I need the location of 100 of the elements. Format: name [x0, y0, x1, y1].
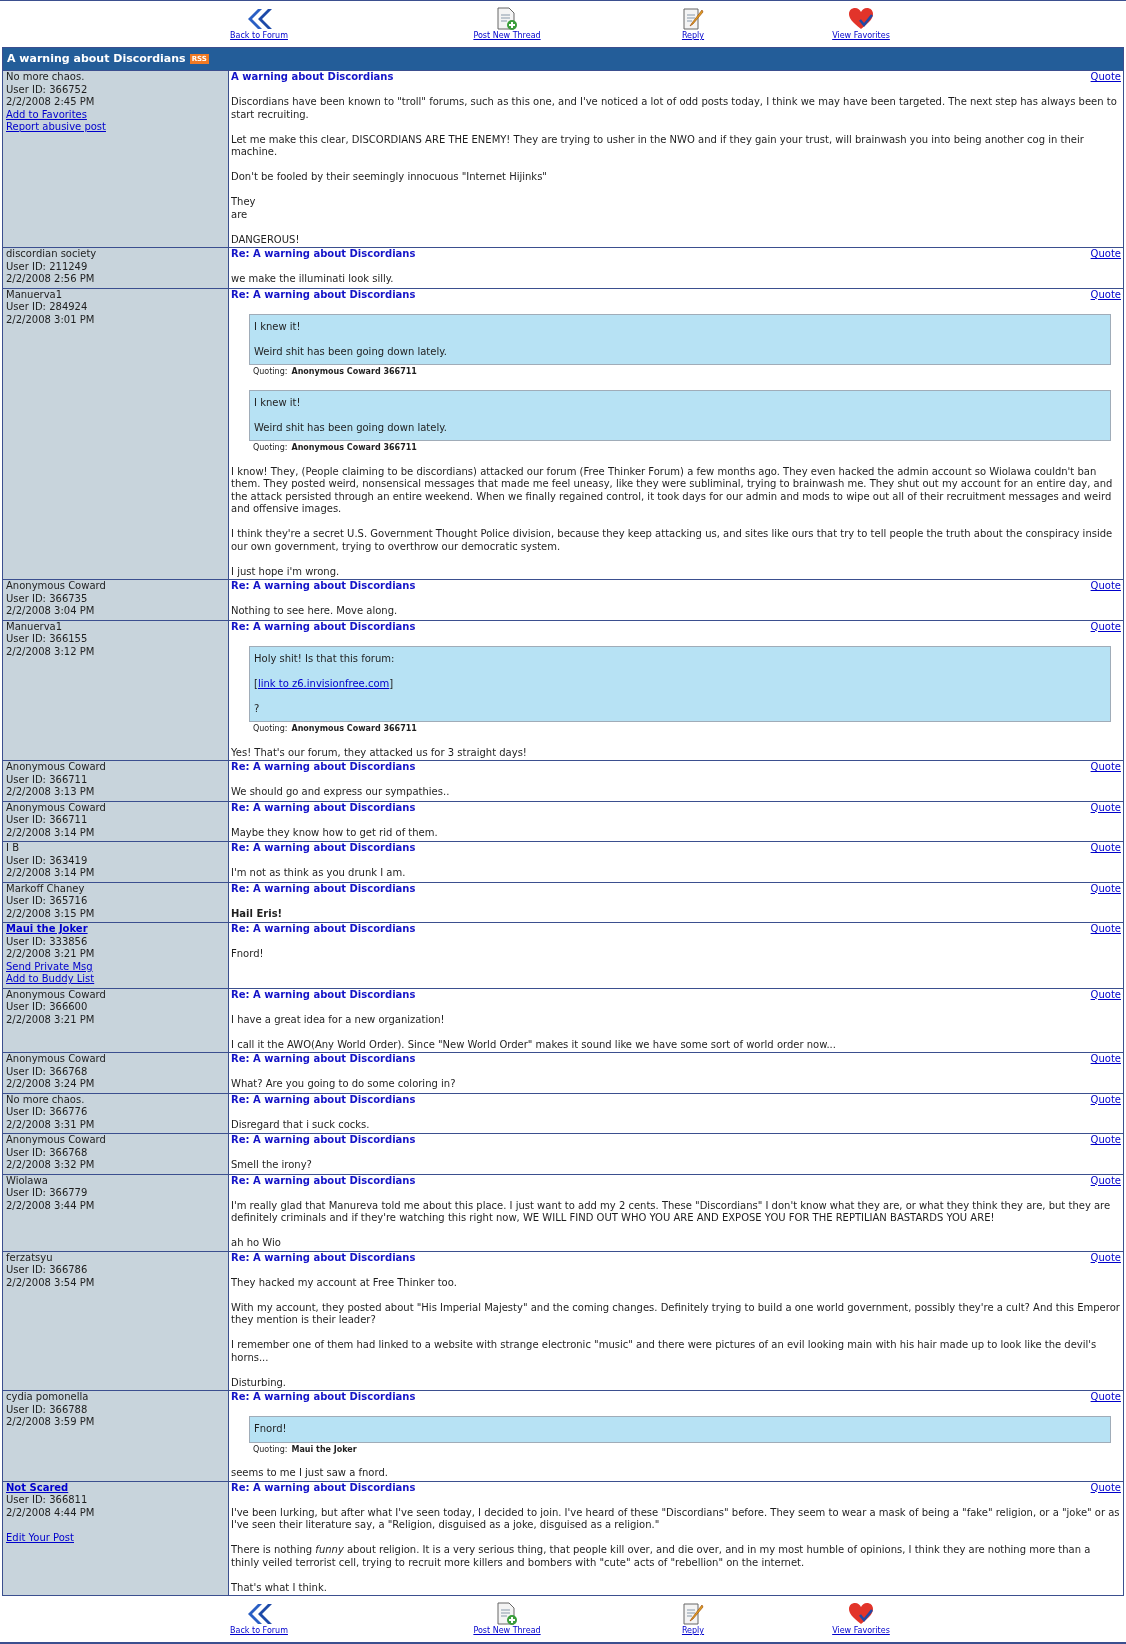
author-action-link[interactable]: Report abusive post [6, 121, 106, 134]
post-date: 2/2/2008 3:44 PM [6, 1199, 96, 1212]
user-id: User ID: 366600 [6, 1001, 89, 1014]
author-action-link[interactable]: Add to Favorites [6, 108, 87, 121]
quote-link[interactable]: Quote [1090, 248, 1121, 261]
quoted-text: ? [254, 702, 261, 715]
post-date: 2/2/2008 3:15 PM [6, 907, 96, 920]
user-id: User ID: 366768 [6, 1146, 89, 1159]
post-date: 2/2/2008 3:13 PM [6, 786, 96, 799]
nav-link[interactable]: Post New Thread [457, 7, 557, 41]
user-id: User ID: 366786 [6, 1264, 89, 1277]
post-text: I have a great idea for a new organization! [231, 1013, 446, 1026]
post-text: I've been lurking, but after what I've seen today, I decided to join. I've heard of these "Discordians" before. They seem to wear a mask of being a "fake" religion, or a "joke" or as I've seen their literature say, a "Religion, disguised as a joke, disguised as a religion." [231, 1506, 1121, 1532]
user-id: User ID: 366155 [6, 633, 89, 646]
user-id: User ID: 366752 [6, 83, 89, 96]
quoting-label: Quoting: [253, 367, 288, 377]
author-action-link[interactable]: Send Private Msg [6, 960, 93, 973]
author-link[interactable]: Maui the Joker [6, 923, 88, 936]
quoted-text: Fnord! [254, 1423, 288, 1436]
nav-link[interactable]: Post New Thread [457, 1602, 557, 1636]
author-action-link[interactable]: Edit Your Post [6, 1531, 74, 1544]
post-text: Fnord! [231, 948, 265, 961]
quote-link[interactable]: Quote [1090, 1174, 1121, 1187]
post-text: seems to me I just saw a fnord. [231, 1467, 389, 1480]
user-id: User ID: 365716 [6, 895, 89, 908]
user-id: User ID: 366788 [6, 1403, 89, 1416]
post-date: 2/2/2008 3:32 PM [6, 1159, 96, 1172]
author-name: Anonymous Coward [6, 988, 107, 1001]
post-text: Let me make this clear, DISCORDIANS ARE THE ENEMY! They are trying to usher in the NWO and if they gain your trust, will brainwash you into being another cog in their machine. [231, 133, 1085, 159]
author-name: Wiolawa [6, 1174, 49, 1187]
post-date: 2/2/2008 3:04 PM [6, 605, 96, 618]
quote-link[interactable]: Quote [1090, 1391, 1121, 1404]
nav-link[interactable]: Back to Forum [209, 1602, 309, 1636]
quote-link[interactable]: Quote [1090, 71, 1121, 84]
quote-link[interactable]: Quote [1090, 801, 1121, 814]
quote-link[interactable]: Quote [1090, 288, 1121, 301]
post-text: DANGEROUS! [231, 233, 301, 246]
nav-link[interactable]: View Favorites [811, 1602, 911, 1636]
document-plus-icon [496, 1602, 518, 1626]
post-date: 2/2/2008 4:44 PM [6, 1506, 96, 1519]
post-text: I just hope i'm wrong. [231, 565, 341, 578]
nav-link[interactable]: Reply [643, 7, 743, 41]
post-date: 2/2/2008 3:59 PM [6, 1416, 96, 1429]
quote-link[interactable]: Quote [1090, 761, 1121, 774]
double-chevron-left-icon [246, 7, 272, 31]
author-link[interactable]: Not Scared [6, 1481, 69, 1494]
quote-link[interactable]: Quote [1090, 988, 1121, 1001]
quoting-label: Quoting: [253, 443, 288, 453]
quote-link[interactable]: Quote [1090, 1481, 1121, 1494]
author-name: discordian society [6, 248, 98, 261]
quote-link[interactable]: Quote [1090, 882, 1121, 895]
author-name: Anonymous Coward [6, 1053, 107, 1066]
post-text: are [231, 208, 249, 221]
author-name: Anonymous Coward [6, 580, 107, 593]
post-text: I remember one of them had linked to a website with strange electronic "music" and there were pictures of an evil looking main with his hair made up to look like the devil's horns... [231, 1339, 1098, 1364]
post-text: Hail Eris! [231, 907, 284, 920]
post-text: They hacked my account at Free Thinker too. [231, 1276, 458, 1289]
quoted-text: Weird shit has been going down lately. [254, 421, 448, 434]
quote-link[interactable]: Quote [1090, 923, 1121, 936]
author-name: Anonymous Coward [6, 1134, 107, 1147]
nav-link[interactable]: Back to Forum [209, 7, 309, 41]
post-text: I call it the AWO(Any World Order). Since "New World Order" makes it sound like we have some sort of world order now... [231, 1038, 837, 1051]
quote-link[interactable]: Quote [1090, 580, 1121, 593]
post-text: we make the illuminati look silly. [231, 273, 395, 286]
quote-link[interactable]: Quote [1090, 1093, 1121, 1106]
author-name: Anonymous Coward [6, 801, 107, 814]
post-title: Re: A warning about Discordians [231, 923, 416, 936]
quote-link[interactable]: Quote [1090, 1053, 1121, 1066]
user-id: User ID: 333856 [6, 935, 89, 948]
post-title: Re: A warning about Discordians [231, 761, 416, 774]
quote-link[interactable]: Quote [1090, 1251, 1121, 1264]
bracket-text: [ [254, 677, 258, 689]
quoted-author: Anonymous Coward 366711 [291, 724, 417, 734]
user-id: User ID: 366735 [6, 592, 89, 605]
quote-link[interactable]: Quote [1090, 842, 1121, 855]
post-title: Re: A warning about Discordians [231, 1093, 416, 1106]
post-text: I think they're a secret U.S. Government Thought Police division, because they keep attacking us, and sites like ours that try to tell people the truth about the conspiracy inside our own government, trying to overthrow our democratic system. [231, 528, 1114, 553]
post-date: 2/2/2008 3:14 PM [6, 826, 96, 839]
post-date: 2/2/2008 2:45 PM [6, 96, 96, 109]
author-action-link[interactable]: Add to Buddy List [6, 973, 95, 986]
user-id: User ID: 363419 [6, 854, 89, 867]
post-title: Re: A warning about Discordians [231, 1481, 416, 1494]
post-text: There is nothing funny about religion. It is a very serious thing, that people kill over, and die over, and in my most humble of opinions, I think they are nothing more than a thinly veiled terrorist cell, trying to recruit more killers and bombers with "cute" acts of "rebellion" on the internet. [231, 1544, 1092, 1569]
post-title: Re: A warning about Discordians [231, 248, 416, 261]
quote-link[interactable]: Quote [1090, 1134, 1121, 1147]
post-title: Re: A warning about Discordians [231, 1134, 416, 1147]
post-text: Maybe they know how to get rid of them. [231, 826, 439, 839]
quote-link[interactable]: Quote [1090, 620, 1121, 633]
nav-link[interactable]: View Favorites [811, 7, 911, 41]
post-text: ah ho Wio [231, 1237, 282, 1250]
post-title: Re: A warning about Discordians [231, 580, 416, 593]
post-text: We should go and express our sympathies.. [231, 786, 451, 799]
post-text: I'm really glad that Manureva told me about this place. I just want to add my 2 cents. These "Discordians" I don't know what they are, or what they think they are, but they are definitely criminals and if they're watching this right now, WE WILL FIND OUT WHO YOU ARE AND EXPOSE YOU FOR THE REPTILIAN BASTARDS YOU ARE! [231, 1199, 1112, 1225]
heart-check-icon [848, 7, 874, 31]
post-text: Nothing to see here. Move along. [231, 605, 399, 618]
post-text: Disturbing. [231, 1376, 288, 1389]
quoted-link[interactable]: link to z6.invisionfree.com [257, 677, 390, 689]
document-pencil-icon [682, 7, 704, 31]
post-text: What? Are you going to do some coloring in? [231, 1078, 457, 1091]
nav-link[interactable]: Reply [643, 1602, 743, 1636]
